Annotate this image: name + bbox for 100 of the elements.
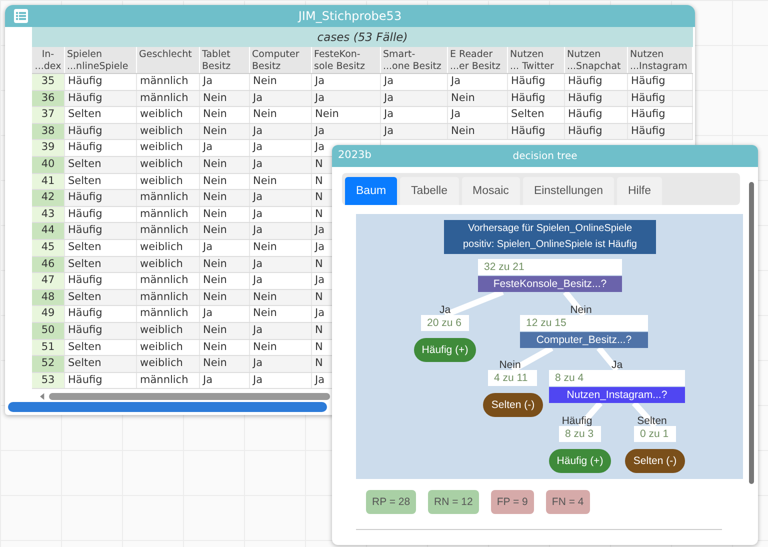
column-header[interactable]: FesteKon- sole Besitz	[312, 47, 381, 73]
row-index: 41	[32, 174, 65, 190]
table-cell: Häufig	[65, 74, 137, 90]
table-cell: Nein	[200, 340, 250, 356]
table-cell: Ja	[312, 124, 381, 140]
column-header[interactable]: Tablet Besitz	[200, 47, 250, 73]
row-index: 52	[32, 356, 65, 372]
tab[interactable]: Einstellungen	[522, 177, 614, 205]
column-header[interactable]: Nutzen ...Snapchat	[565, 47, 628, 73]
table-cell: weiblich	[137, 256, 200, 272]
table-cell: Ja	[250, 322, 312, 338]
table-cell: Häufig	[565, 74, 628, 90]
scroll-left-icon[interactable]	[40, 392, 45, 400]
table-cell: Nein	[250, 340, 312, 356]
branch-label: Selten	[637, 415, 667, 427]
table-cell: männlich	[137, 372, 200, 388]
row-index: 46	[32, 256, 65, 272]
row-index: 44	[32, 223, 65, 239]
column-header[interactable]: In- ...dex	[32, 47, 65, 73]
table-cell: Ja	[200, 240, 250, 256]
table-icon[interactable]	[13, 8, 29, 24]
row-index: 47	[32, 273, 65, 289]
tab[interactable]: Mosaic	[462, 177, 520, 205]
column-header[interactable]: Smart- ...one Besitz	[381, 47, 448, 73]
header-text: positiv: Spielen_OnlineSpiele ist Häufig	[462, 238, 638, 252]
table-cell: männlich	[137, 223, 200, 239]
split-node[interactable]: FesteKonsole_Besitz...?	[478, 276, 622, 292]
branch-label: Nein	[499, 359, 521, 371]
split-node[interactable]: Nutzen_Instagram...?	[549, 387, 685, 403]
column-header[interactable]: Nutzen ...Instagram	[628, 47, 693, 73]
table-cell: männlich	[137, 206, 200, 222]
table-cell: Ja	[250, 206, 312, 222]
table-cell: Häufig	[508, 124, 565, 140]
table-cell: Ja	[250, 156, 312, 173]
table-cell: Häufig	[508, 74, 565, 90]
row-index: 36	[32, 90, 65, 106]
table-cell: Ja	[200, 74, 250, 90]
table-cell: Häufig	[65, 372, 137, 388]
tab[interactable]: Hilfe	[617, 177, 662, 205]
table-cell: Ja	[448, 74, 508, 90]
table-cell: Ja	[381, 90, 448, 106]
table-cell: Ja	[448, 107, 508, 123]
leaf-node[interactable]: Selten (-)	[483, 393, 543, 417]
row-index: 45	[32, 240, 65, 256]
count-label: 32 zu 21	[478, 259, 622, 275]
table-cell: Häufig	[65, 306, 137, 322]
table-cell: weiblich	[137, 356, 200, 372]
table-cell: Selten	[508, 107, 565, 123]
split-node[interactable]: Computer_Besitz...?	[520, 332, 648, 348]
metric-badge: FN = 4	[546, 490, 590, 514]
leaf-node[interactable]: Häufig (+)	[414, 338, 476, 362]
row-index: 40	[32, 156, 65, 173]
tab[interactable]: Baum	[345, 177, 398, 205]
count-label: 4 zu 11	[488, 370, 537, 386]
table-cell: Ja	[381, 107, 448, 123]
tab[interactable]: Tabelle	[400, 177, 458, 205]
table-cell: Nein	[200, 223, 250, 239]
table-cell: Häufig	[65, 90, 137, 106]
vertical-scrollbar[interactable]	[749, 182, 754, 484]
table-cell: Häufig	[65, 223, 137, 239]
table-cell: Ja	[200, 372, 250, 388]
table-cell: männlich	[137, 273, 200, 289]
table-cell: weiblich	[137, 174, 200, 190]
column-header[interactable]: E Reader ...er Besitz	[448, 47, 508, 73]
metric-badge: RP = 28	[366, 490, 416, 514]
column-header[interactable]: Spielen ...nlineSpiele	[65, 47, 137, 73]
branch-label: Nein	[570, 304, 592, 316]
row-index: 43	[32, 206, 65, 222]
table-cell: Ja	[250, 190, 312, 206]
row-index: 53	[32, 372, 65, 388]
table-cell: Ja	[312, 90, 381, 106]
table-cell: Ja	[381, 74, 448, 90]
table-cell: Ja	[250, 223, 312, 239]
window-scrollbar[interactable]	[8, 402, 327, 412]
leaf-node[interactable]: Selten (-)	[625, 449, 685, 473]
row-index: 37	[32, 107, 65, 123]
table-cell: Selten	[65, 156, 137, 173]
table-cell: Nein	[250, 107, 312, 123]
column-header[interactable]: Nutzen ... Twitter	[508, 47, 565, 73]
table-cell: Selten	[65, 240, 137, 256]
column-header[interactable]: Geschlecht	[137, 47, 200, 73]
table-cell: weiblich	[137, 240, 200, 256]
table-cell: Häufig	[628, 74, 693, 90]
table-cell: männlich	[137, 90, 200, 106]
table-cell: Selten	[65, 340, 137, 356]
branch-label: Ja	[439, 304, 451, 316]
table-cell: Nein	[250, 174, 312, 190]
branch-label: Häufig	[562, 415, 592, 427]
table-cell: Nein	[448, 90, 508, 106]
row-index: 42	[32, 190, 65, 206]
count-label: 20 zu 6	[421, 315, 469, 331]
table-cell: Selten	[65, 256, 137, 272]
column-header[interactable]: Computer Besitz	[250, 47, 312, 73]
leaf-node[interactable]: Häufig (+)	[549, 449, 611, 473]
count-label: 0 zu 1	[634, 426, 676, 442]
table-cell: Häufig	[65, 322, 137, 338]
table-cell: Nein	[312, 107, 381, 123]
table-cell: weiblich	[137, 156, 200, 173]
table-cell: Häufig	[508, 90, 565, 106]
table-cell: weiblich	[137, 140, 200, 156]
